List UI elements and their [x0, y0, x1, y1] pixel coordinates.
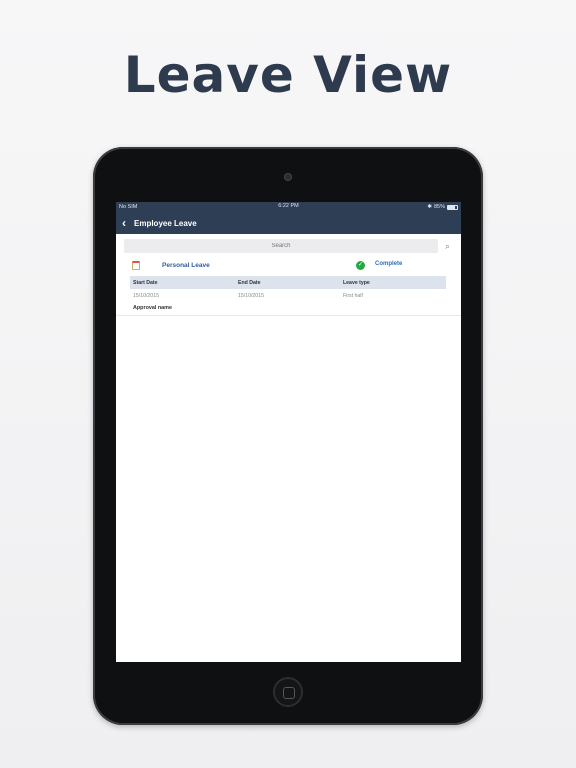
- column-header: End Date: [238, 279, 261, 286]
- end-date-cell: 15/10/2015: [238, 293, 264, 299]
- column-header: Start Date: [133, 279, 158, 286]
- table-row: 15/10/2015 15/10/2015 First half: [130, 289, 446, 303]
- screen-title: Employee Leave: [134, 218, 197, 228]
- approval-name-label: Approval name: [133, 305, 172, 311]
- home-button[interactable]: [273, 677, 303, 707]
- app-screen: No SIM 6:22 PM ✱ 85% ‹ Employee Leave ⌕ …: [116, 202, 461, 662]
- table-header: Start Date End Date Leave type: [130, 276, 446, 289]
- status-bar: No SIM 6:22 PM ✱ 85%: [116, 202, 461, 212]
- start-date-cell: 15/10/2015: [133, 293, 159, 299]
- battery-icon: [447, 204, 458, 210]
- page-headline: Leave View: [123, 46, 453, 104]
- tablet-device: No SIM 6:22 PM ✱ 85% ‹ Employee Leave ⌕ …: [93, 147, 483, 725]
- leave-details-table: Start Date End Date Leave type 15/10/201…: [130, 276, 446, 303]
- column-header: Leave type: [343, 279, 370, 286]
- back-chevron-icon[interactable]: ‹: [122, 217, 126, 229]
- navigation-bar: No SIM 6:22 PM ✱ 85% ‹ Employee Leave: [116, 202, 461, 234]
- clock-label: 6:22 PM: [278, 203, 299, 209]
- search-icon[interactable]: ⌕: [445, 241, 450, 252]
- title-bar: ‹ Employee Leave: [116, 212, 461, 234]
- camera-icon: [284, 173, 292, 181]
- leave-type-cell: First half: [343, 293, 363, 299]
- search-row: ⌕: [116, 234, 461, 256]
- leave-card-header: Personal Leave ✓ Complete: [130, 256, 447, 274]
- leave-card[interactable]: Personal Leave ✓ Complete Start Date End…: [116, 256, 461, 316]
- leave-type-label: Personal Leave: [162, 261, 210, 269]
- checkmark-icon: ✓: [356, 261, 365, 270]
- status-badge: Complete: [375, 261, 403, 267]
- calendar-icon: [132, 260, 140, 270]
- search-input[interactable]: [124, 239, 438, 253]
